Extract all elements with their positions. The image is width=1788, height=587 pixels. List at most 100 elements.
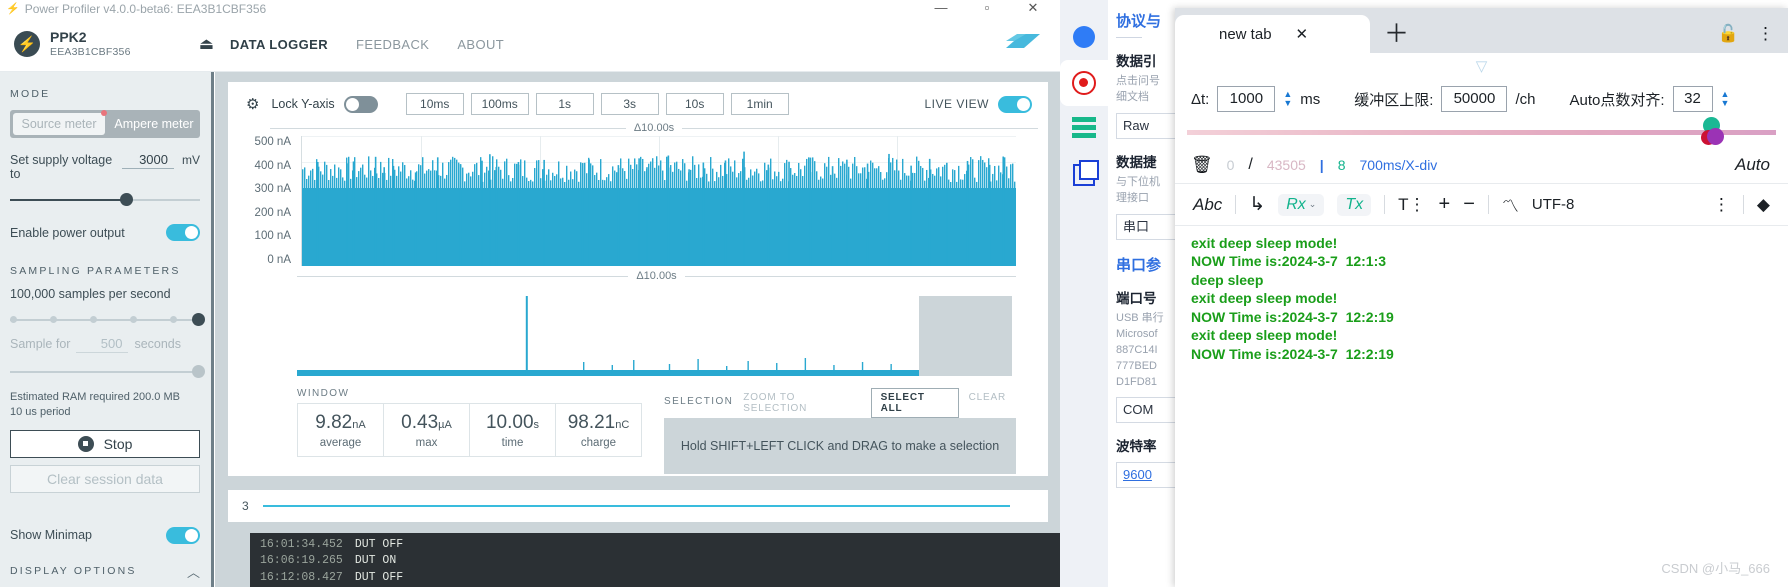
align-input[interactable]: 32 bbox=[1672, 86, 1713, 112]
timerange-10s[interactable]: 10s bbox=[665, 93, 724, 115]
event-console[interactable]: 16:01:34.452 DUT OFF 16:06:19.265 DUT ON 1… bbox=[250, 533, 1060, 587]
tx-toggle[interactable]: Tx bbox=[1337, 193, 1372, 216]
channel-dot-purple[interactable] bbox=[1707, 128, 1724, 145]
maximize-button[interactable]: ▫ bbox=[964, 0, 1010, 18]
stat-time-value: 10.00 bbox=[485, 412, 534, 433]
data-source-select[interactable]: 串口 bbox=[1116, 213, 1175, 240]
select-all-button[interactable]: SELECT ALL bbox=[870, 388, 959, 418]
stat-average: 9.82nA average bbox=[298, 404, 384, 456]
sample-duration-slider[interactable] bbox=[10, 362, 206, 382]
slider-knob[interactable] bbox=[120, 193, 134, 206]
font-abc-button[interactable]: Abc bbox=[1193, 195, 1222, 215]
baud-heading: 波特率 bbox=[1116, 439, 1157, 455]
trace-spike bbox=[316, 162, 319, 266]
progress-bar[interactable] bbox=[262, 505, 1010, 507]
rail-item-list[interactable] bbox=[1060, 106, 1108, 152]
timerange-1s[interactable]: 1s bbox=[535, 93, 594, 115]
port-select[interactable]: COM bbox=[1116, 397, 1175, 424]
port-note-2: 887C14I bbox=[1116, 343, 1158, 356]
watermark: CSDN @小马_666 bbox=[1661, 561, 1770, 576]
font-decrease-button[interactable]: − bbox=[1463, 193, 1475, 216]
eraser-icon[interactable]: ◆ bbox=[1757, 195, 1770, 215]
trace-spike bbox=[767, 164, 770, 266]
chevron-down-icon: ⌄ bbox=[1308, 199, 1317, 209]
eject-icon[interactable]: ⏏ bbox=[199, 34, 214, 54]
close-icon[interactable]: ✕ bbox=[1296, 25, 1309, 43]
kebab-menu-icon[interactable]: ⋮ bbox=[1757, 25, 1774, 42]
show-minimap-toggle[interactable] bbox=[166, 526, 200, 544]
trace-spike bbox=[988, 164, 991, 266]
kebab-menu-icon[interactable]: ⋮ bbox=[1713, 196, 1730, 213]
device-serial: EEA3B1CBF356 bbox=[50, 46, 131, 59]
slider-knob[interactable] bbox=[192, 365, 206, 378]
auto-button[interactable]: Auto bbox=[1735, 155, 1770, 175]
timerange-100ms[interactable]: 100ms bbox=[470, 93, 529, 115]
trace-spike bbox=[638, 158, 640, 266]
timerange-10ms[interactable]: 10ms bbox=[405, 93, 464, 115]
tab-data-logger[interactable]: DATA LOGGER bbox=[230, 37, 328, 52]
power-output-toggle[interactable] bbox=[166, 224, 200, 241]
buffer-input[interactable]: 50000 bbox=[1441, 86, 1508, 112]
newline-icon[interactable]: ↳ bbox=[1249, 193, 1265, 216]
chart-plot-area[interactable] bbox=[301, 136, 1016, 266]
clear-selection-button[interactable]: CLEAR bbox=[959, 388, 1016, 418]
baud-select[interactable]: 9600 bbox=[1116, 462, 1175, 489]
supply-voltage-input[interactable]: 3000 bbox=[122, 152, 174, 169]
trace-spike bbox=[392, 165, 395, 266]
format-toolbar: Abc ↳ Rx ⌄ Tx T⋮ + − 〽 UTF-8 ⋮ ◆ bbox=[1175, 184, 1788, 226]
sample-rate-slider[interactable] bbox=[10, 310, 206, 330]
data-engine-select[interactable]: Raw bbox=[1116, 112, 1175, 139]
timerange-3s[interactable]: 3s bbox=[600, 93, 659, 115]
zoom-to-selection-button[interactable]: ZOOM TO SELECTION bbox=[733, 388, 870, 418]
log-output[interactable]: exit deep sleep mode! NOW Time is:2024-3… bbox=[1175, 226, 1788, 363]
selection-header: SELECTION ZOOM TO SELECTION SELECT ALL C… bbox=[664, 388, 1016, 418]
unlock-icon[interactable]: 🔓 bbox=[1718, 24, 1739, 44]
minimap-selection[interactable] bbox=[919, 296, 1012, 376]
window-titlebar: ⚡ Power Profiler v4.0.0-beta6: EEA3B1CBF… bbox=[0, 0, 1060, 17]
slider-tick bbox=[49, 316, 57, 323]
encoding-select[interactable]: UTF-8 bbox=[1532, 196, 1575, 213]
trace-spike bbox=[459, 164, 462, 266]
plus-icon[interactable]: ＋ bbox=[1384, 22, 1409, 47]
rail-item-copy[interactable] bbox=[1060, 152, 1108, 198]
tab-new-tab[interactable]: new tab ✕ bbox=[1175, 15, 1370, 53]
live-view-toggle[interactable] bbox=[998, 95, 1032, 113]
text-indent-icon[interactable]: T⋮ bbox=[1398, 195, 1425, 215]
clear-session-button[interactable]: Clear session data bbox=[10, 464, 200, 493]
stat-charge-unit: nC bbox=[615, 419, 630, 431]
font-increase-button[interactable]: + bbox=[1439, 193, 1451, 216]
trash-icon[interactable]: 🗑 bbox=[1191, 155, 1213, 175]
stop-button[interactable]: Stop bbox=[10, 429, 200, 458]
waveform-icon[interactable]: 〽 bbox=[1502, 192, 1519, 217]
mode-ampere-meter[interactable]: Ampere meter bbox=[108, 110, 200, 138]
display-options-header[interactable]: DISPLAY OPTIONS ︿ bbox=[10, 562, 200, 581]
acquisition-params: Δt: 1000 ▲ ▼ ms 缓冲区上限: 50000 /ch Auto点数对齐… bbox=[1175, 79, 1788, 119]
minimap-wrapper[interactable] bbox=[297, 284, 1034, 376]
device-brand: ⚡ PPK2 EEA3B1CBF356 ⏏ bbox=[0, 29, 228, 58]
mode-source-meter[interactable]: Source meter bbox=[13, 110, 107, 135]
panel-collapse-handle[interactable]: ▽ bbox=[1175, 53, 1788, 79]
stat-charge: 98.21nC charge bbox=[556, 404, 641, 456]
mode-switch[interactable]: Source meter Ampere meter bbox=[10, 110, 200, 138]
align-stepper[interactable]: ▲ ▼ bbox=[1721, 90, 1730, 107]
minimap[interactable] bbox=[297, 284, 1012, 376]
lock-y-axis-toggle[interactable] bbox=[343, 95, 378, 113]
power-profiler-window: ⚡ Power Profiler v4.0.0-beta6: EEA3B1CBF… bbox=[0, 0, 1060, 587]
rail-item-connection[interactable] bbox=[1060, 14, 1108, 60]
nordic-logo-icon bbox=[1004, 29, 1042, 60]
dt-stepper[interactable]: ▲ ▼ bbox=[1283, 90, 1292, 107]
timerange-1min[interactable]: 1min bbox=[730, 93, 789, 115]
minimize-button[interactable]: — bbox=[918, 0, 964, 18]
supply-voltage-slider[interactable] bbox=[10, 190, 200, 210]
close-button[interactable]: ✕ bbox=[1010, 0, 1056, 18]
slider-knob[interactable] bbox=[192, 313, 206, 326]
tab-about[interactable]: ABOUT bbox=[457, 37, 504, 52]
gear-icon[interactable]: ⚙ bbox=[246, 95, 259, 113]
rx-toggle[interactable]: Rx ⌄ bbox=[1278, 193, 1325, 216]
dt-input[interactable]: 1000 bbox=[1217, 86, 1276, 112]
sample-for-input[interactable]: 500 bbox=[76, 336, 129, 353]
tab-feedback[interactable]: FEEDBACK bbox=[356, 37, 429, 52]
chevron-up-icon[interactable]: ︿ bbox=[187, 562, 200, 581]
log-line: exit deep sleep mode! bbox=[1191, 327, 1338, 344]
rail-item-record[interactable] bbox=[1060, 60, 1108, 106]
